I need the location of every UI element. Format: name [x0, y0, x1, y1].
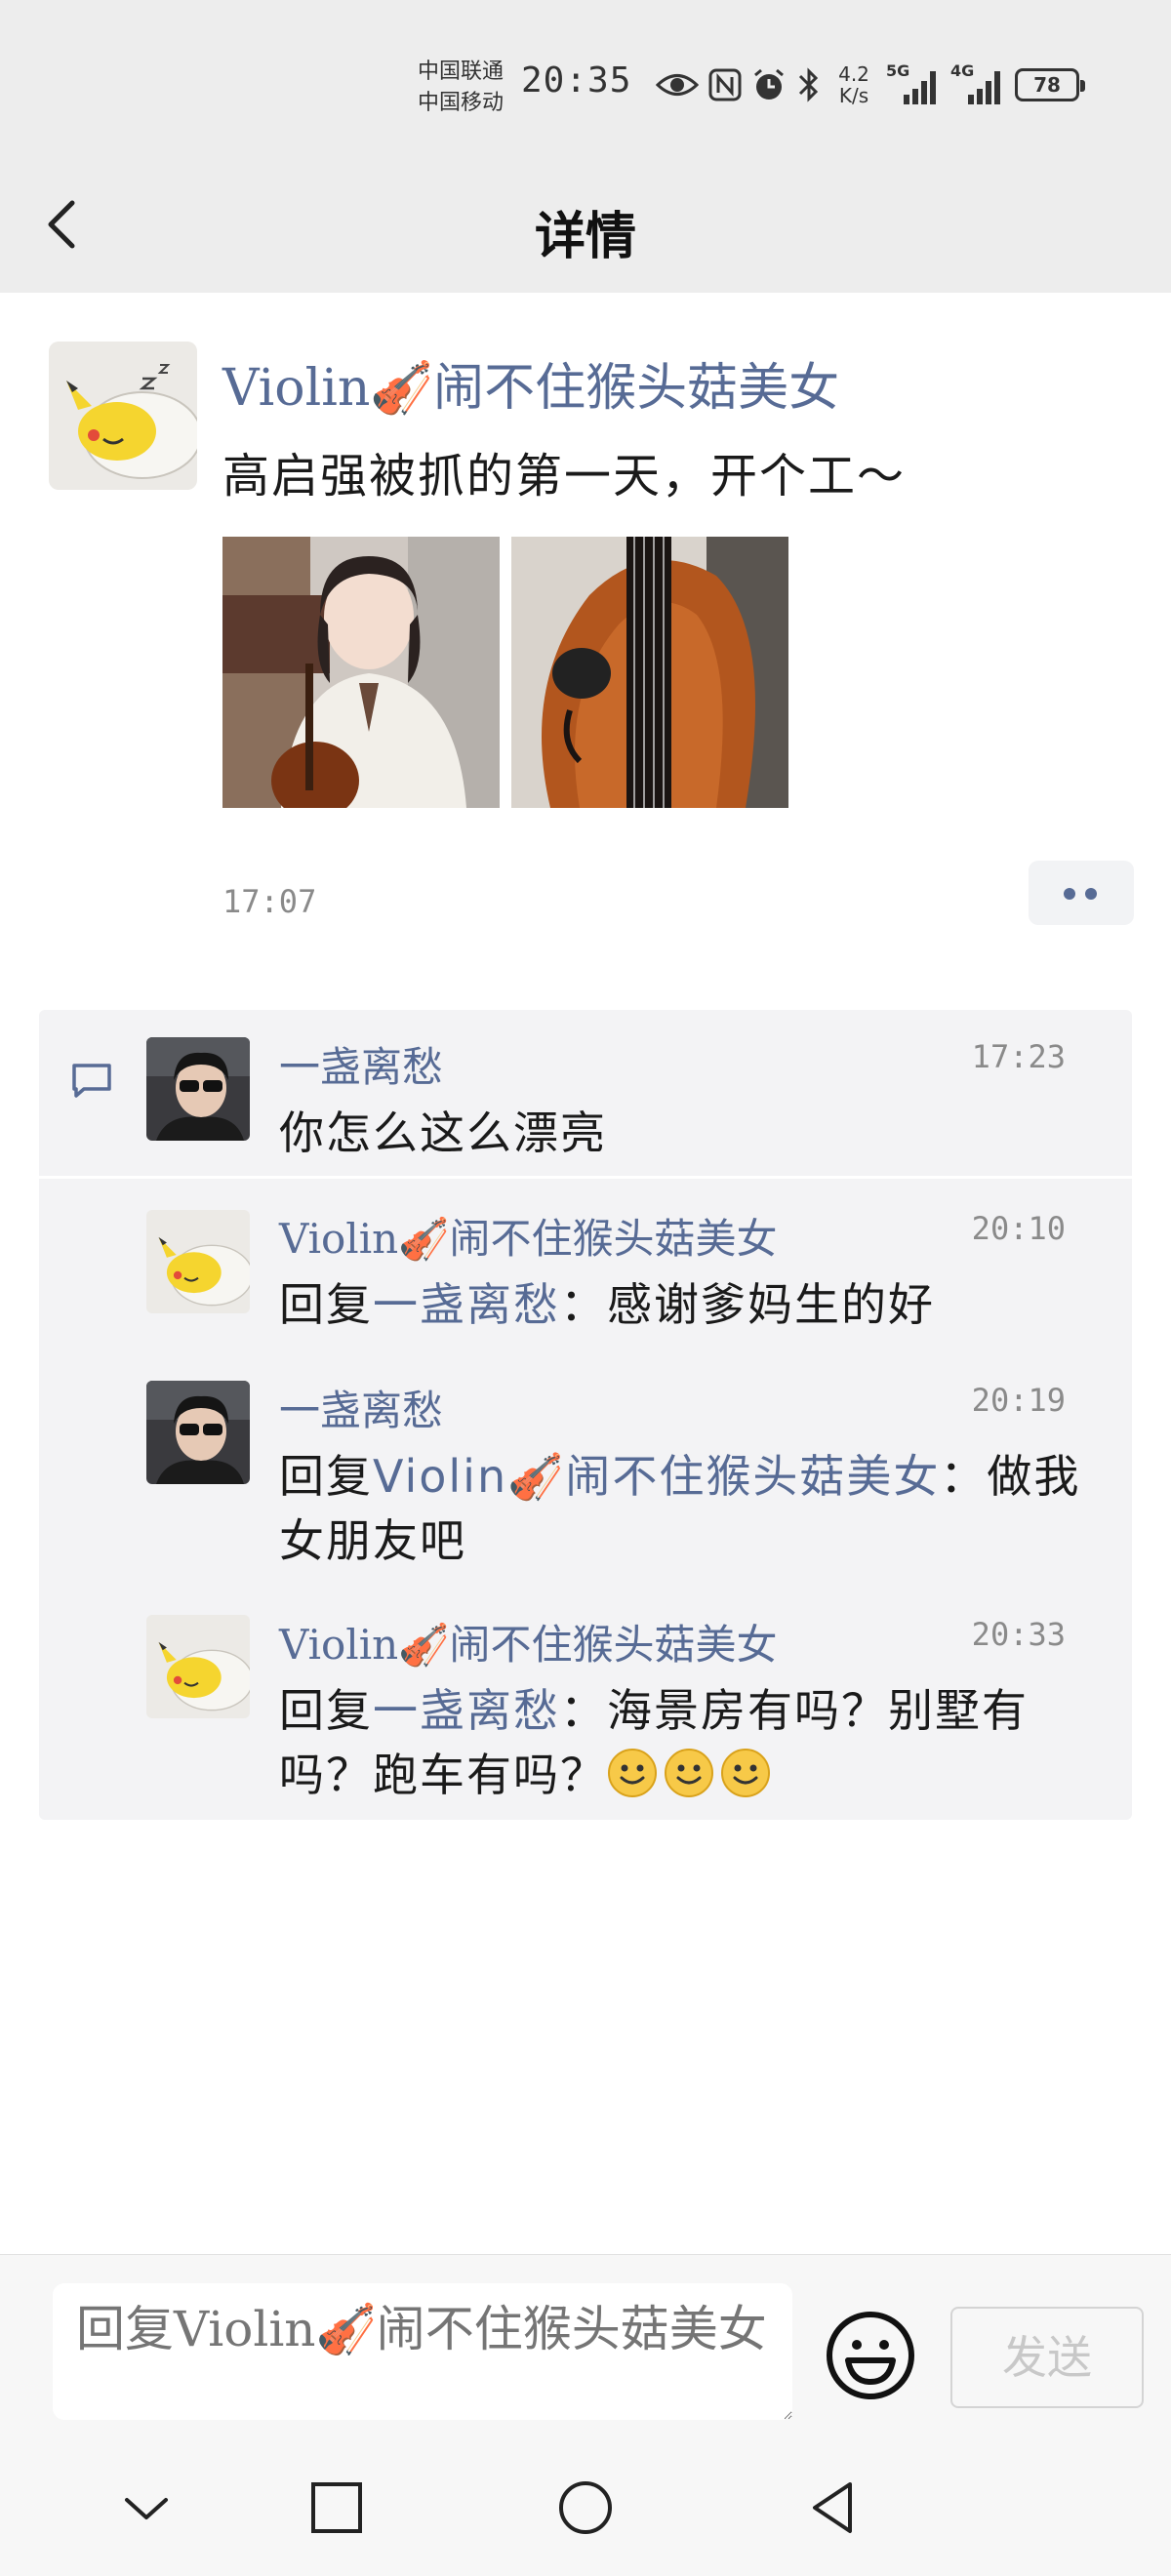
- sunglasses-avatar-image: [146, 1381, 250, 1484]
- comment-author[interactable]: 一盏离愁: [279, 1034, 443, 1094]
- comment-author[interactable]: Violin🎻闹不住猴头菇美女: [279, 1206, 778, 1266]
- violin-closeup-photo: [511, 537, 788, 808]
- pikachu-avatar-image: [49, 342, 197, 490]
- comment-avatar[interactable]: [146, 1615, 250, 1718]
- page-title: 详情: [534, 208, 636, 266]
- alarm-icon: [754, 68, 784, 100]
- smiley-face-icon: [827, 2312, 914, 2399]
- reply-to-name[interactable]: 一盏离愁: [373, 1278, 560, 1331]
- comment-time: 17:23: [971, 1038, 1066, 1075]
- net-speed: 4.2 K/s: [831, 63, 876, 106]
- more-actions-button[interactable]: [1029, 861, 1134, 925]
- system-nav-bar: [0, 2439, 1171, 2576]
- comment-body: ：感谢爹妈生的好: [560, 1278, 935, 1331]
- comment-text[interactable]: 回复Violin🎻闹不住猴头菇美女：做我女朋友吧: [279, 1444, 1099, 1573]
- pikachu-avatar-image: [146, 1210, 250, 1313]
- comment-time: 20:33: [971, 1616, 1066, 1653]
- send-button[interactable]: 发送: [950, 2307, 1144, 2408]
- chevron-down-icon[interactable]: [117, 2478, 176, 2537]
- post-text: 高启强被抓的第一天，开个工～: [222, 449, 907, 503]
- reply-prefix: 回复: [279, 1684, 373, 1737]
- nfc-icon: [708, 68, 742, 101]
- reply-prefix: 回复: [279, 1450, 373, 1503]
- comment-body: 你怎么这么漂亮: [279, 1107, 607, 1159]
- post-author-avatar[interactable]: [49, 342, 197, 490]
- post-author-name[interactable]: Violin🎻闹不住猴头菇美女: [222, 346, 839, 420]
- smile-emoji-icon: [721, 1749, 770, 1797]
- sunglasses-avatar-image: [146, 1037, 250, 1141]
- bluetooth-icon: [798, 67, 819, 102]
- net-speed-unit: K/s: [838, 84, 869, 107]
- signal-icon: [904, 71, 936, 104]
- smile-emoji-icon: [608, 1749, 657, 1797]
- status-icons: 4.2 K/s 5G 4G 78: [656, 60, 1085, 109]
- signal-icon: [968, 71, 1000, 104]
- nav-bar: 详情: [0, 166, 1171, 293]
- net-speed-value: 4.2: [838, 62, 869, 86]
- status-bar: 中国联通 中国移动 20:35 4.2 K/s 5G 4G 78: [0, 0, 1171, 166]
- comment-author[interactable]: Violin🎻闹不住猴头菇美女: [279, 1612, 778, 1671]
- emoji-button[interactable]: [825, 2310, 916, 2401]
- reply-to-name[interactable]: Violin🎻闹不住猴头菇美女: [373, 1450, 940, 1503]
- comment-time: 20:10: [971, 1210, 1066, 1247]
- reply-input[interactable]: [53, 2283, 792, 2420]
- comment-time: 20:19: [971, 1382, 1066, 1419]
- home-circle-icon[interactable]: [556, 2478, 615, 2537]
- reply-to-name[interactable]: 一盏离愁: [373, 1684, 560, 1737]
- status-clock: 20:35: [521, 60, 632, 101]
- battery-icon: 78: [1015, 68, 1085, 101]
- reply-prefix: 回复: [279, 1278, 373, 1331]
- carrier-labels: 中国联通 中国移动: [418, 57, 515, 119]
- comment-text[interactable]: 回复一盏离愁：感谢爹妈生的好: [279, 1272, 1099, 1337]
- comment-text[interactable]: 回复一盏离愁：海景房有吗？别墅有吗？跑车有吗？: [279, 1678, 1099, 1807]
- post-timestamp: 17:07: [222, 883, 317, 920]
- violinist-photo: [222, 537, 500, 808]
- smile-emoji-icon: [665, 1749, 713, 1797]
- post-photo-2[interactable]: [511, 537, 788, 808]
- signal-5g: 5G: [886, 61, 941, 106]
- carrier-1: 中国联通: [418, 60, 505, 84]
- dot-icon: [1064, 888, 1075, 900]
- comment-text[interactable]: 你怎么这么漂亮: [279, 1101, 1099, 1165]
- comment-avatar[interactable]: [146, 1210, 250, 1313]
- comment-avatar[interactable]: [146, 1381, 250, 1484]
- comment-avatar[interactable]: [146, 1037, 250, 1141]
- comment-author[interactable]: 一盏离愁: [279, 1378, 443, 1437]
- recents-square-icon[interactable]: [307, 2478, 366, 2537]
- comment-divider: [39, 1176, 1132, 1179]
- signal-4g: 4G: [950, 61, 1005, 106]
- back-triangle-icon[interactable]: [805, 2478, 864, 2537]
- pikachu-avatar-image: [146, 1615, 250, 1718]
- dot-icon: [1085, 888, 1097, 900]
- carrier-2: 中国移动: [418, 91, 505, 115]
- comment-bubble-icon: [72, 1064, 111, 1098]
- post-photo-1[interactable]: [222, 537, 500, 808]
- eye-icon: [656, 74, 699, 96]
